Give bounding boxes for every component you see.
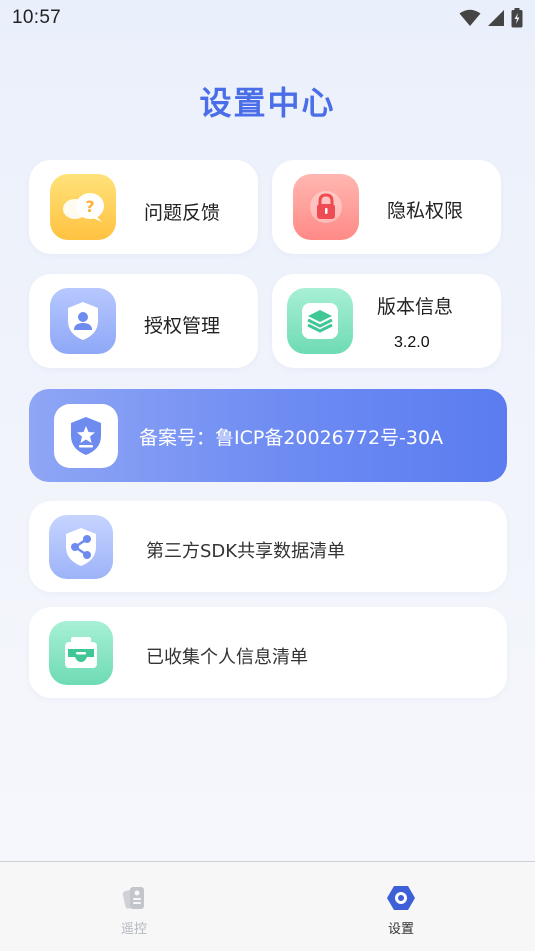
feedback-label: 问题反馈 [144,202,221,224]
icp-filing-banner[interactable]: 备案号：鲁ICP备20026772号-30A [29,389,507,482]
status-bar: 10:57 [0,0,535,36]
status-time: 10:57 [12,7,62,28]
third-party-sdk-row[interactable]: 第三方SDK共享数据清单 [29,501,507,592]
version-info-tile[interactable]: 版本信息 3.2.0 [272,274,501,368]
privacy-label: 隐私权限 [387,200,464,222]
version-number: 3.2.0 [394,334,430,351]
bottom-navigation: 遥控 设置 [0,861,535,951]
third-party-sdk-label: 第三方SDK共享数据清单 [146,541,346,562]
collected-info-label: 已收集个人信息清单 [146,647,308,668]
star-shield-icon [54,404,118,468]
settings-hex-icon [387,886,415,910]
wifi-icon [459,9,481,26]
inbox-tray-icon [49,621,113,685]
svg-text:?: ? [85,197,94,216]
layers-icon [287,288,353,354]
cellular-signal-icon [488,10,504,26]
page-title: 设置中心 [199,84,336,122]
lock-icon [293,174,359,240]
user-shield-icon [50,288,116,354]
nav-tab-remote[interactable]: 遥控 [104,884,164,937]
nav-label-remote: 遥控 [120,922,147,937]
privacy-permissions-tile[interactable]: 隐私权限 [272,160,501,254]
collected-info-row[interactable]: 已收集个人信息清单 [29,607,507,698]
icp-filing-text: 备案号：鲁ICP备20026772号-30A [139,427,444,449]
feedback-tile[interactable]: ? 问题反馈 [29,160,258,254]
nav-label-settings: 设置 [387,922,414,937]
question-chat-icon: ? [50,174,116,240]
authorization-tile[interactable]: 授权管理 [29,274,258,368]
share-icon [49,515,113,579]
authorization-label: 授权管理 [144,315,221,337]
remote-icon [122,887,144,909]
status-icons [459,8,523,28]
version-label: 版本信息 [377,296,454,318]
battery-icon [511,8,523,28]
nav-tab-settings[interactable]: 设置 [371,884,431,937]
